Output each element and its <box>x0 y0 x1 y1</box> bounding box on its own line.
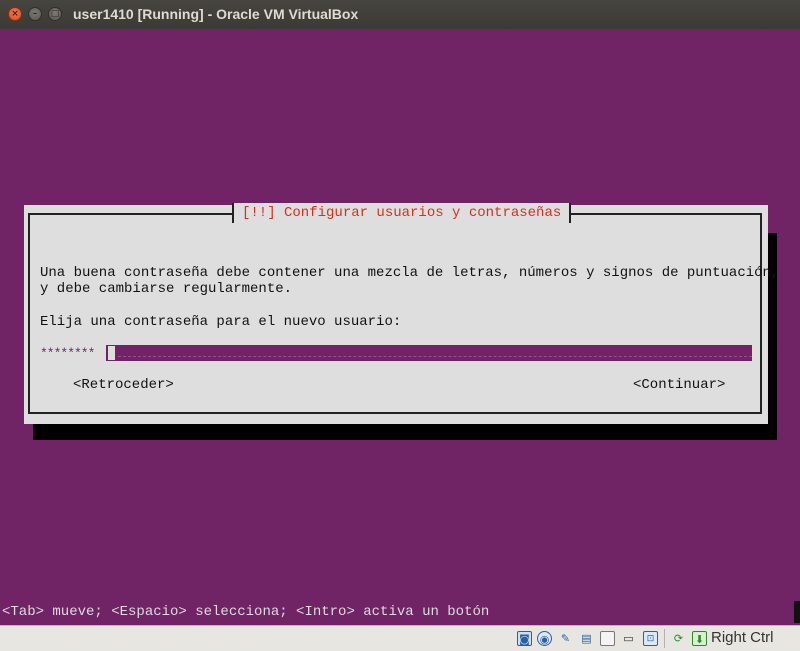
back-button[interactable]: <Retroceder> <box>73 377 174 394</box>
maximize-window-button[interactable]: □ <box>48 7 62 21</box>
usb-icon[interactable]: ✎ <box>558 631 573 646</box>
password-input[interactable]: ******** <box>40 345 752 361</box>
password-value: ******** <box>40 345 106 361</box>
shared-folders-icon[interactable]: ▤ <box>579 631 594 646</box>
minimize-window-button[interactable]: – <box>28 7 42 21</box>
input-underline <box>118 356 752 357</box>
close-window-button[interactable]: × <box>8 7 22 21</box>
installer-dialog: [!!] Configurar usuarios y contraseñas U… <box>24 203 779 424</box>
keyboard-hint: <Tab> mueve; <Espacio> selecciona; <Intr… <box>2 604 490 620</box>
dialog-title: [!!] Configurar usuarios y contraseñas <box>232 203 572 223</box>
mouse-integration-icon[interactable]: ⟳ <box>671 631 686 646</box>
status-separator <box>664 629 665 648</box>
window-titlebar: × – □ user1410 [Running] - Oracle VM Vir… <box>0 0 800 30</box>
password-prompt: Elija una contraseña para el nuevo usuar… <box>40 314 402 330</box>
display-icon[interactable] <box>600 631 615 646</box>
screen-edge-artifact <box>794 601 800 623</box>
text-cursor <box>108 346 115 360</box>
window-title: user1410 [Running] - Oracle VM VirtualBo… <box>73 6 359 22</box>
description-line-2: y debe cambiarse regularmente. <box>40 281 293 297</box>
video-capture-icon[interactable]: ▭ <box>621 631 636 646</box>
network-icon[interactable]: ⊡ <box>643 631 658 646</box>
host-key-label: Right Ctrl <box>711 629 774 646</box>
continue-button[interactable]: <Continuar> <box>633 377 725 394</box>
optical-drive-icon[interactable]: ◉ <box>537 631 552 646</box>
hard-disk-icon[interactable]: ◙ <box>517 631 532 646</box>
vbox-statusbar: ◙ ◉ ✎ ▤ ▭ ⊡ ⟳ ⬇ Right Ctrl <box>0 625 800 651</box>
description-line-1: Una buena contraseña debe contener una m… <box>40 265 780 281</box>
vm-screen[interactable]: [!!] Configurar usuarios y contraseñas U… <box>0 29 800 625</box>
host-key-icon[interactable]: ⬇ <box>692 631 707 646</box>
